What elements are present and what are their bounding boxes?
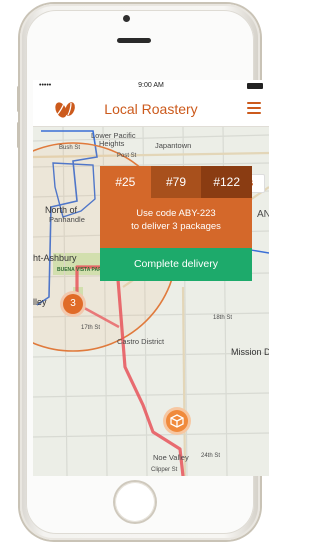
volume-button bbox=[17, 86, 20, 112]
status-time: 9:00 AM bbox=[138, 82, 164, 89]
package-icon[interactable] bbox=[166, 410, 188, 432]
map-label: Heights bbox=[99, 139, 125, 148]
order-id-tab[interactable]: #122 bbox=[201, 166, 253, 198]
order-id-row: #25 #79 #122 bbox=[100, 166, 253, 198]
map-label: lley bbox=[33, 297, 47, 307]
order-id-tab[interactable]: #25 bbox=[100, 166, 151, 198]
battery-icon bbox=[247, 83, 263, 89]
app-screen: ••••• 9:00 AM Local Roastery Lower Pacif… bbox=[33, 80, 269, 476]
front-camera bbox=[123, 15, 130, 22]
map-label: Panhandle bbox=[49, 215, 85, 224]
map-label: 24th St bbox=[201, 453, 221, 459]
delivery-message-line: to deliver 3 packages bbox=[131, 221, 221, 232]
map-label: ht-Ashbury bbox=[33, 253, 77, 263]
map-label: Mission D bbox=[231, 347, 269, 357]
delivery-message-line: Use code ABY-223 bbox=[136, 208, 216, 219]
status-bar: ••••• 9:00 AM bbox=[33, 80, 269, 92]
map-label: 17th St bbox=[81, 325, 101, 331]
map-label: Bush St bbox=[59, 145, 81, 151]
map-label: Noe Valley bbox=[153, 453, 189, 462]
map-label: Clipper St bbox=[151, 467, 178, 473]
package-icon bbox=[170, 414, 184, 428]
map-label: Post St bbox=[117, 153, 137, 159]
hamburger-menu-icon[interactable] bbox=[247, 102, 261, 116]
map-label: North of bbox=[45, 205, 78, 215]
map-label: 18th St bbox=[213, 315, 233, 321]
app-header: Local Roastery bbox=[33, 92, 269, 127]
map-label: BUENA VISTA PARK bbox=[57, 267, 106, 273]
map-label: Japantown bbox=[155, 141, 192, 150]
home-button[interactable] bbox=[115, 482, 155, 522]
volume-button bbox=[17, 122, 20, 148]
earpiece-speaker bbox=[117, 38, 151, 43]
delivery-card: #25 #79 #122 Use code ABY-223 to deliver… bbox=[100, 166, 253, 281]
complete-delivery-button[interactable]: Complete delivery bbox=[100, 248, 252, 281]
package-count-pin[interactable]: 3 bbox=[63, 294, 83, 314]
map-label: Castro District bbox=[117, 337, 165, 346]
delivery-message: Use code ABY-223 to deliver 3 packages bbox=[100, 198, 252, 248]
map-label: AN bbox=[257, 209, 269, 220]
order-id-tab[interactable]: #79 bbox=[150, 166, 202, 198]
app-title: Local Roastery bbox=[104, 101, 198, 117]
